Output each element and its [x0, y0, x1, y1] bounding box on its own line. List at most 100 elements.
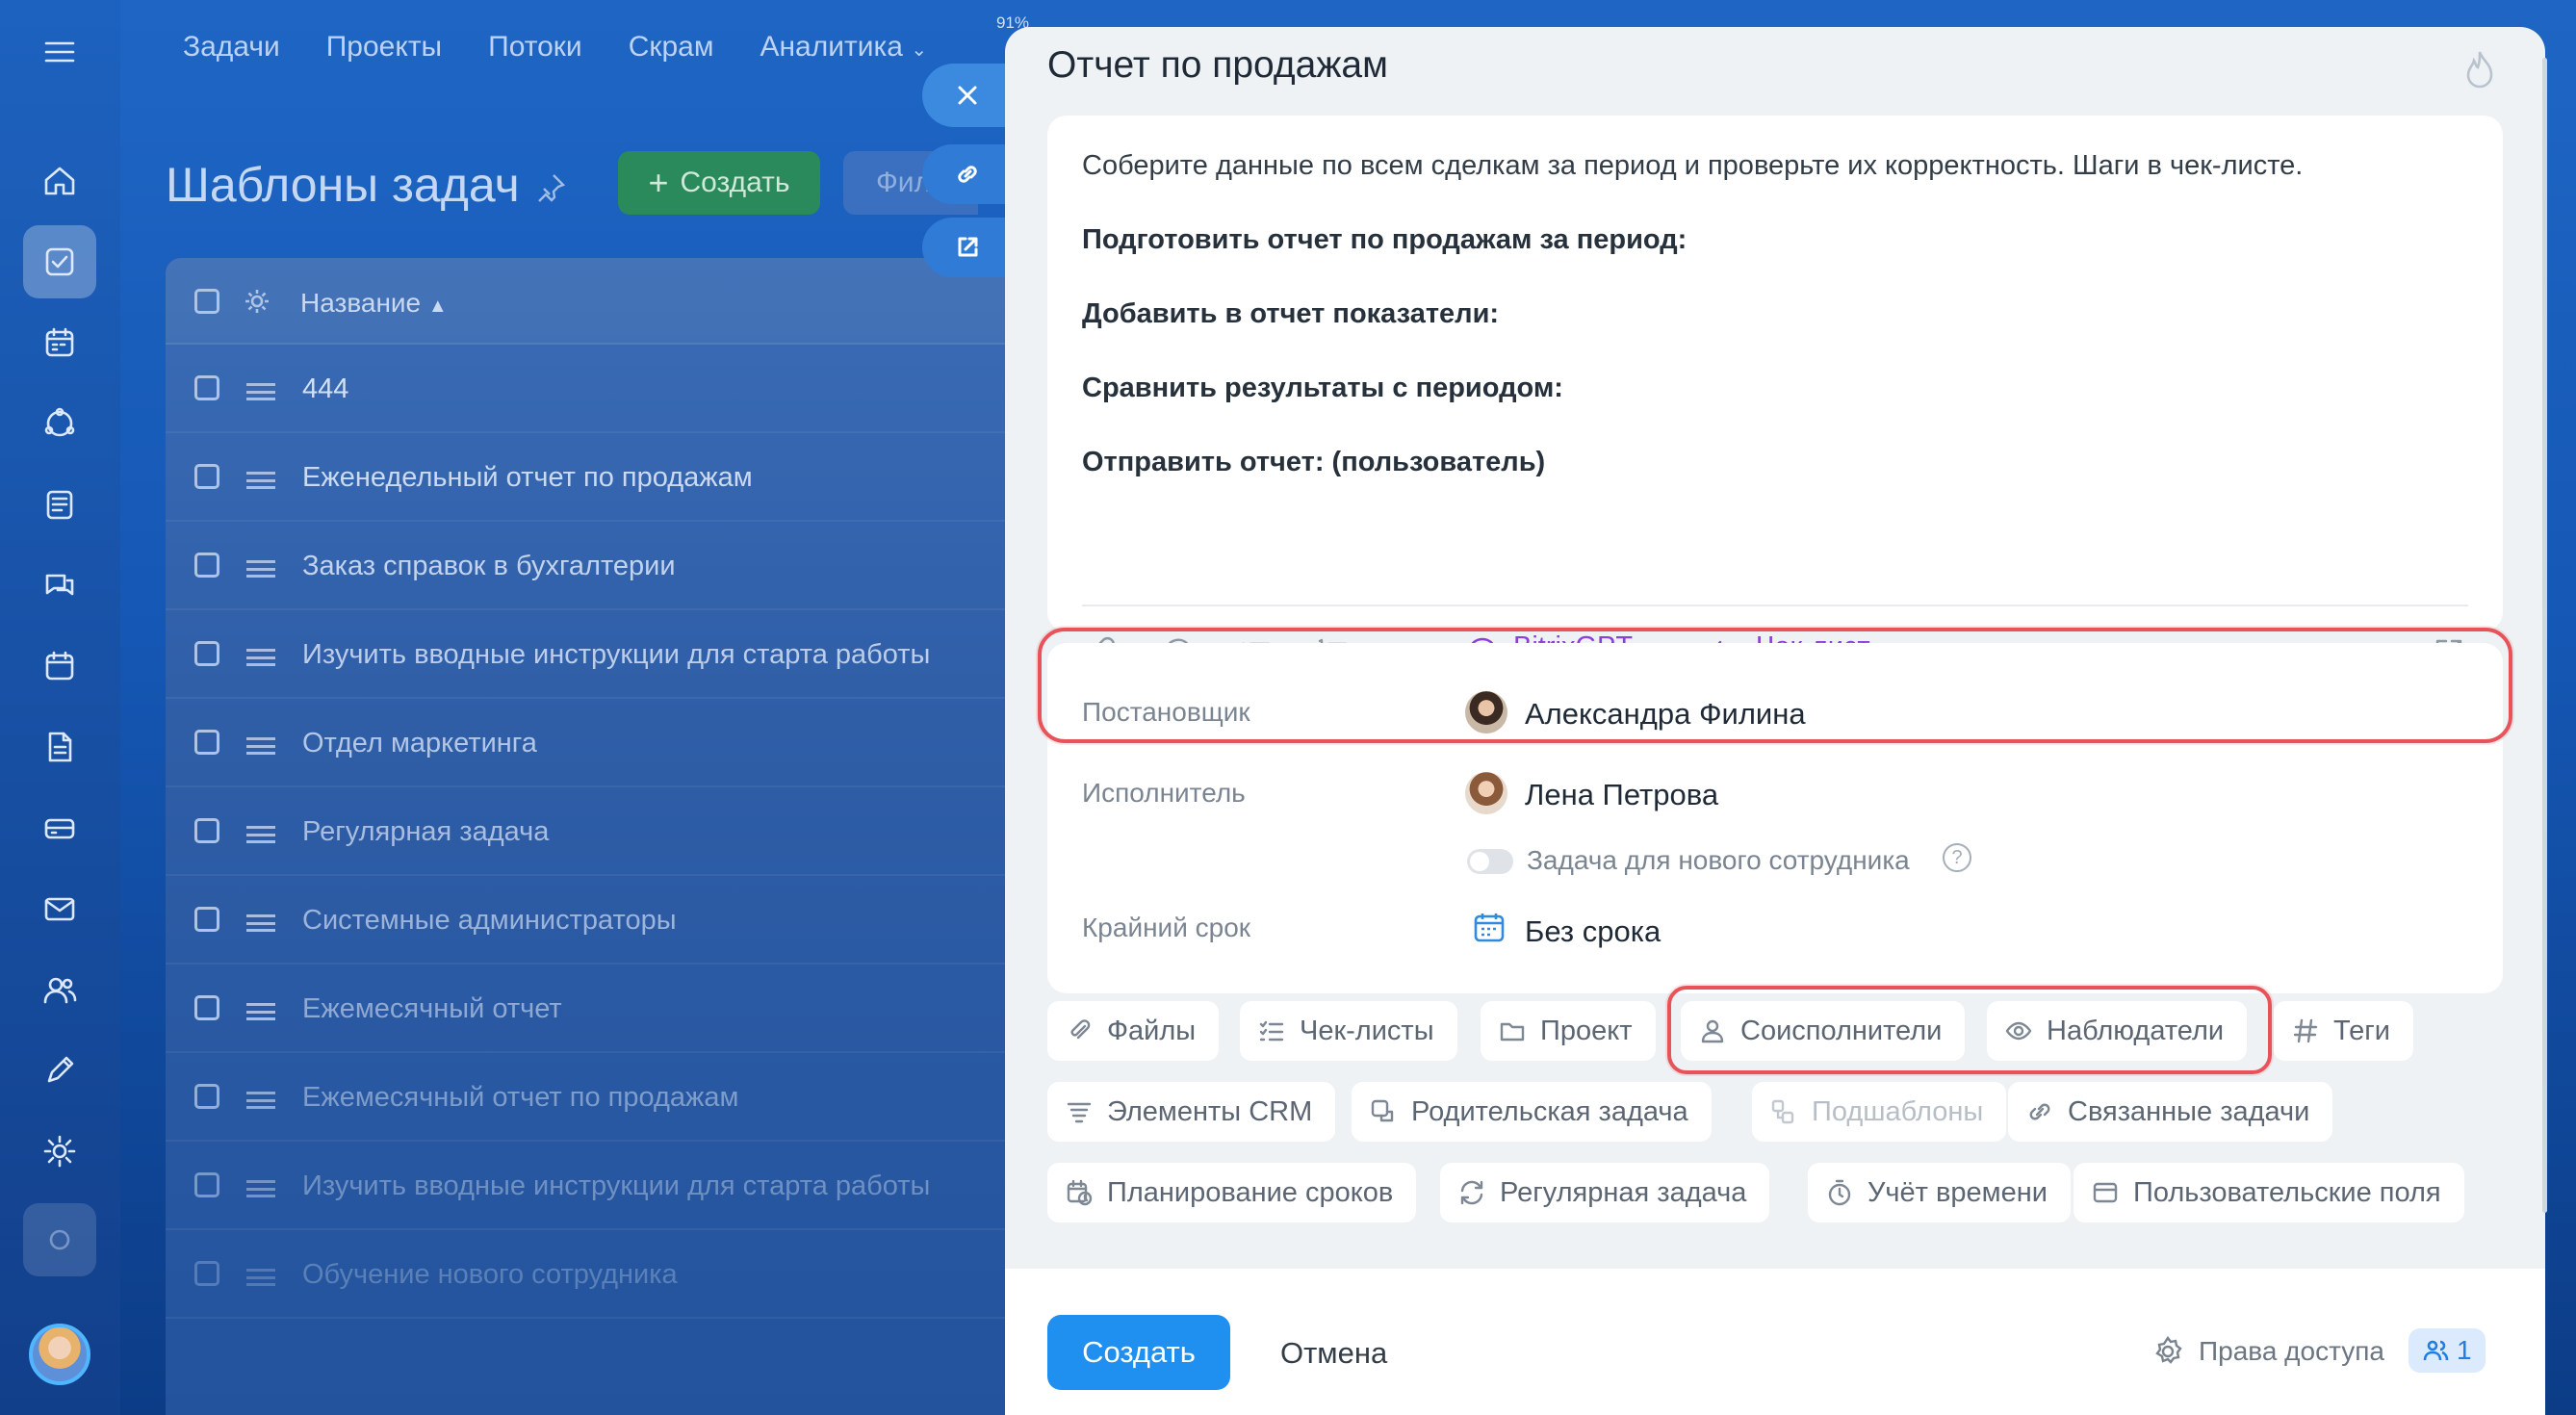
row-title[interactable]: Изучить вводные инструкции для старта ра… [302, 639, 930, 671]
row-checkbox[interactable] [194, 553, 219, 578]
planner-icon[interactable] [23, 306, 96, 379]
mail-icon[interactable] [23, 872, 96, 945]
assignee-name[interactable]: Лена Петрова [1525, 778, 1718, 812]
employees-icon[interactable] [23, 953, 96, 1026]
documents-icon[interactable] [23, 710, 96, 784]
chip-subtemplates[interactable]: Подшаблоны [1752, 1082, 2007, 1142]
row-title[interactable]: Изучить вводные инструкции для старта ра… [302, 1171, 930, 1202]
help-icon[interactable]: ? [1943, 843, 1971, 872]
status-icon[interactable] [23, 1203, 96, 1276]
row-checkbox[interactable] [194, 464, 219, 489]
column-header-name[interactable]: Название ▲ [300, 288, 448, 319]
table-row[interactable]: Ежемесячный отчет [166, 965, 1032, 1053]
access-rights-button[interactable]: Права доступа [2151, 1334, 2384, 1369]
chip-parent-task[interactable]: Родительская задача [1352, 1082, 1712, 1142]
store-icon[interactable] [23, 791, 96, 864]
drag-handle-icon[interactable] [246, 1269, 275, 1286]
description-line[interactable]: Сравнить результаты с периодом: [1082, 373, 1563, 404]
crm-icon[interactable] [23, 387, 96, 460]
chip-observers[interactable]: Наблюдатели [1987, 1001, 2248, 1061]
table-row[interactable]: Изучить вводные инструкции для старта ра… [166, 610, 1032, 699]
row-checkbox[interactable] [194, 730, 219, 755]
user-avatar[interactable] [29, 1324, 90, 1385]
drag-handle-icon[interactable] [246, 826, 275, 843]
chat-icon[interactable] [23, 549, 96, 622]
table-row[interactable]: Изучить вводные инструкции для старта ра… [166, 1142, 1032, 1230]
nav-item-tasks[interactable]: Задачи [183, 31, 280, 64]
description-line[interactable]: Отправить отчет: (пользователь) [1082, 447, 1545, 478]
pin-icon[interactable] [534, 171, 567, 204]
chip-time-tracking[interactable]: Учёт времени [1808, 1163, 2071, 1222]
nav-item-scrum[interactable]: Скрам [629, 31, 714, 64]
row-title[interactable]: Отдел маркетинга [302, 728, 537, 759]
drag-handle-icon[interactable] [246, 1003, 275, 1020]
chip-project[interactable]: Проект [1481, 1001, 1656, 1061]
row-checkbox[interactable] [194, 995, 219, 1020]
drag-handle-icon[interactable] [246, 914, 275, 932]
tasks-icon[interactable] [23, 225, 96, 298]
feed-icon[interactable] [23, 468, 96, 541]
home-icon[interactable] [23, 144, 96, 218]
row-title[interactable]: Еженедельный отчет по продажам [302, 462, 753, 494]
drag-handle-icon[interactable] [246, 383, 275, 400]
chip-recurring-task[interactable]: Регулярная задача [1440, 1163, 1770, 1222]
cancel-button[interactable]: Отмена [1280, 1336, 1387, 1371]
drag-handle-icon[interactable] [246, 737, 275, 755]
nav-item-analytics[interactable]: Аналитика ⌄ [760, 31, 927, 64]
deadline-value[interactable]: Без срока [1525, 914, 1661, 949]
select-all-checkbox[interactable] [194, 289, 219, 314]
row-checkbox[interactable] [194, 375, 219, 400]
row-title[interactable]: Ежемесячный отчет [302, 993, 562, 1025]
row-checkbox[interactable] [194, 1261, 219, 1286]
chip-co-assignees[interactable]: Соисполнители [1681, 1001, 1966, 1061]
description-line[interactable]: Добавить в отчет показатели: [1082, 298, 1499, 330]
drag-handle-icon[interactable] [246, 1180, 275, 1197]
row-title[interactable]: Регулярная задача [302, 816, 549, 848]
row-title[interactable]: Обучение нового сотрудника [302, 1259, 678, 1291]
row-checkbox[interactable] [194, 818, 219, 843]
open-in-new-window-button[interactable] [922, 218, 1009, 277]
nav-item-flows[interactable]: Потоки [488, 31, 582, 64]
nav-item-projects[interactable]: Проекты [326, 31, 442, 64]
modal-title[interactable]: Отчет по продажам [1047, 44, 1388, 87]
description-line[interactable]: Подготовить отчет по продажам за период: [1082, 224, 1687, 256]
table-row[interactable]: Ежемесячный отчет по продажам [166, 1053, 1032, 1142]
drag-handle-icon[interactable] [246, 649, 275, 666]
create-button[interactable]: Создать [1047, 1315, 1230, 1390]
table-row[interactable]: Заказ справок в бухгалтерии [166, 522, 1032, 610]
chip-tags[interactable]: Теги [2274, 1001, 2413, 1061]
menu-icon[interactable] [23, 15, 96, 89]
calendar-icon[interactable] [23, 630, 96, 703]
pencil-icon[interactable] [23, 1034, 96, 1107]
fire-icon[interactable] [2460, 48, 2499, 90]
chip-related-tasks[interactable]: Связанные задачи [2008, 1082, 2333, 1142]
chip-files[interactable]: Файлы [1047, 1001, 1220, 1061]
chip-checklists[interactable]: Чек-листы [1240, 1001, 1457, 1061]
settings-icon[interactable] [23, 1115, 96, 1188]
modal-scrollbar[interactable] [2542, 58, 2547, 1213]
create-template-button[interactable]: + Создать [618, 151, 820, 215]
table-row[interactable]: Системные администраторы [166, 876, 1032, 965]
table-row[interactable]: Отдел маркетинга [166, 699, 1032, 787]
drag-handle-icon[interactable] [246, 472, 275, 489]
chip-crm-elements[interactable]: Элементы CRM [1047, 1082, 1336, 1142]
table-row[interactable]: Обучение нового сотрудника [166, 1230, 1032, 1319]
close-slider-button[interactable] [922, 64, 1009, 127]
copy-link-button[interactable] [922, 144, 1009, 204]
new-employee-toggle[interactable] [1467, 849, 1513, 874]
drag-handle-icon[interactable] [246, 560, 275, 578]
description-intro[interactable]: Соберите данные по всем сделкам за перио… [1082, 150, 2303, 182]
table-row[interactable]: 444 [166, 345, 1032, 433]
row-checkbox[interactable] [194, 1172, 219, 1197]
row-title[interactable]: Ежемесячный отчет по продажам [302, 1082, 738, 1114]
drag-handle-icon[interactable] [246, 1092, 275, 1109]
row-title[interactable]: 444 [302, 373, 348, 405]
row-checkbox[interactable] [194, 1084, 219, 1109]
access-count-badge[interactable]: 1 [2409, 1328, 2486, 1373]
row-title[interactable]: Системные администраторы [302, 905, 677, 937]
table-row[interactable]: Регулярная задача [166, 787, 1032, 876]
gear-icon[interactable] [243, 287, 271, 316]
row-checkbox[interactable] [194, 641, 219, 666]
chip-deadline-planning[interactable]: Планирование сроков [1047, 1163, 1417, 1222]
row-title[interactable]: Заказ справок в бухгалтерии [302, 551, 676, 582]
